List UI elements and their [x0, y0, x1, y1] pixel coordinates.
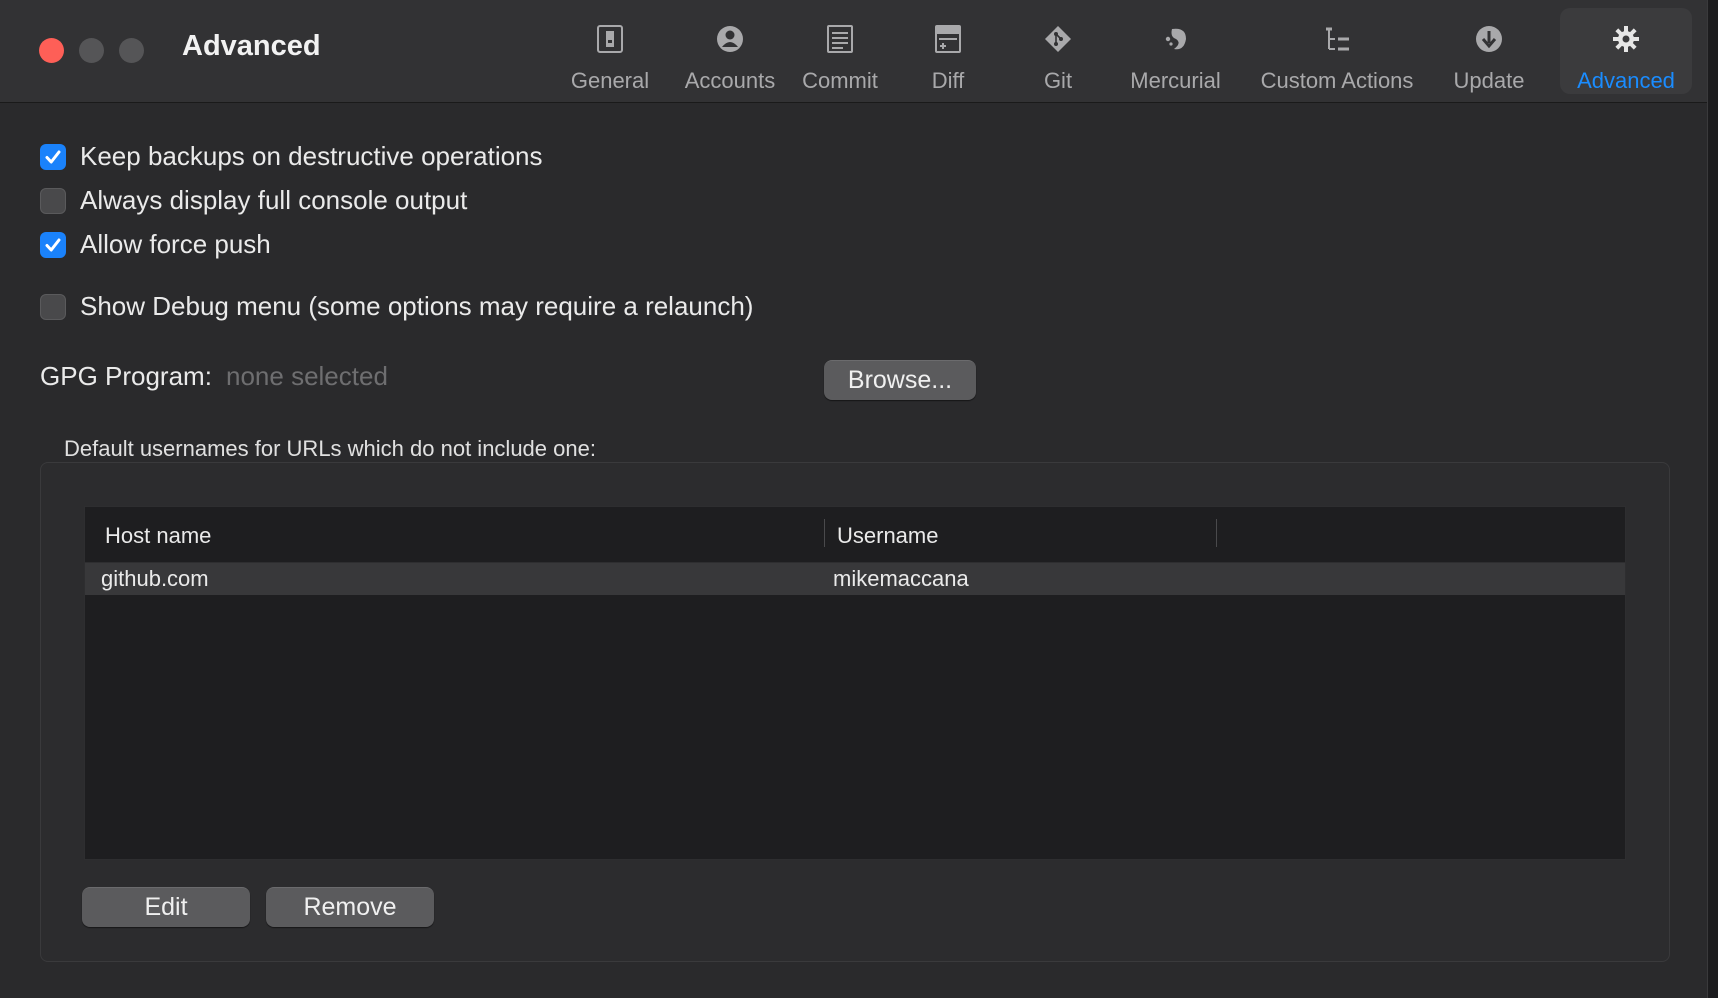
preferences-window: Advanced General Accounts Commit Diff Gi…	[0, 0, 1708, 998]
checkbox-show-debug-menu[interactable]	[40, 293, 66, 320]
checkbox-keep-backups[interactable]	[40, 143, 66, 170]
checkbox-full-console-output[interactable]	[40, 187, 66, 214]
option-label: Always display full console output	[80, 185, 468, 215]
option-label: Show Debug menu (some options may requir…	[80, 291, 754, 321]
gear-icon	[1611, 24, 1641, 54]
custom-actions-icon	[1322, 24, 1352, 54]
tab-custom-actions[interactable]: Custom Actions	[1252, 8, 1422, 94]
update-icon	[1474, 24, 1504, 54]
zoom-window-button[interactable]	[119, 38, 144, 63]
tab-git[interactable]: Git	[1008, 8, 1108, 94]
accounts-icon	[715, 24, 745, 54]
tab-update[interactable]: Update	[1430, 8, 1548, 94]
title-bar: Advanced General Accounts Commit Diff Gi…	[0, 0, 1707, 103]
checkbox-allow-force-push[interactable]	[40, 231, 66, 258]
window-title: Advanced	[182, 30, 321, 62]
tab-accounts[interactable]: Accounts	[665, 8, 795, 94]
column-header-host-name[interactable]: Host name	[105, 523, 211, 549]
remove-button[interactable]: Remove	[266, 887, 434, 927]
tab-commit[interactable]: Commit	[785, 8, 895, 94]
option-full-console-output[interactable]: Always display full console output	[40, 185, 467, 216]
usernames-group-label: Default usernames for URLs which do not …	[64, 436, 596, 461]
usernames-table[interactable]: Host name Username github.com mikemaccan…	[84, 506, 1626, 860]
close-window-button[interactable]	[39, 38, 64, 63]
cell-username: mikemaccana	[833, 566, 969, 591]
commit-icon	[825, 24, 855, 54]
column-header-username[interactable]: Username	[837, 523, 938, 549]
gpg-program-label: GPG Program:	[40, 361, 212, 391]
table-row[interactable]: github.com mikemaccana	[85, 563, 1625, 595]
gpg-program-value: none selected	[226, 361, 388, 391]
usernames-groupbox: Host name Username github.com mikemaccan…	[40, 462, 1670, 962]
browse-button[interactable]: Browse...	[824, 360, 976, 400]
option-show-debug-menu[interactable]: Show Debug menu (some options may requir…	[40, 291, 753, 322]
diff-icon	[933, 24, 963, 54]
git-icon	[1043, 24, 1073, 54]
tab-diff[interactable]: Diff	[898, 8, 998, 94]
option-keep-backups[interactable]: Keep backups on destructive operations	[40, 141, 543, 172]
checkmark-icon	[45, 150, 61, 163]
checkmark-icon	[45, 238, 61, 251]
option-label: Allow force push	[80, 229, 271, 259]
minimize-window-button[interactable]	[79, 38, 104, 63]
tab-advanced[interactable]: Advanced	[1560, 8, 1692, 94]
option-allow-force-push[interactable]: Allow force push	[40, 229, 271, 260]
general-icon	[595, 24, 625, 54]
cell-host-name: github.com	[101, 566, 209, 591]
option-label: Keep backups on destructive operations	[80, 141, 543, 171]
edit-button[interactable]: Edit	[82, 887, 250, 927]
mercurial-icon	[1161, 24, 1191, 54]
tab-mercurial[interactable]: Mercurial	[1118, 8, 1233, 94]
tab-general[interactable]: General	[555, 8, 665, 94]
table-header: Host name Username	[85, 507, 1625, 563]
column-divider[interactable]	[1216, 519, 1217, 547]
column-divider[interactable]	[824, 519, 825, 547]
